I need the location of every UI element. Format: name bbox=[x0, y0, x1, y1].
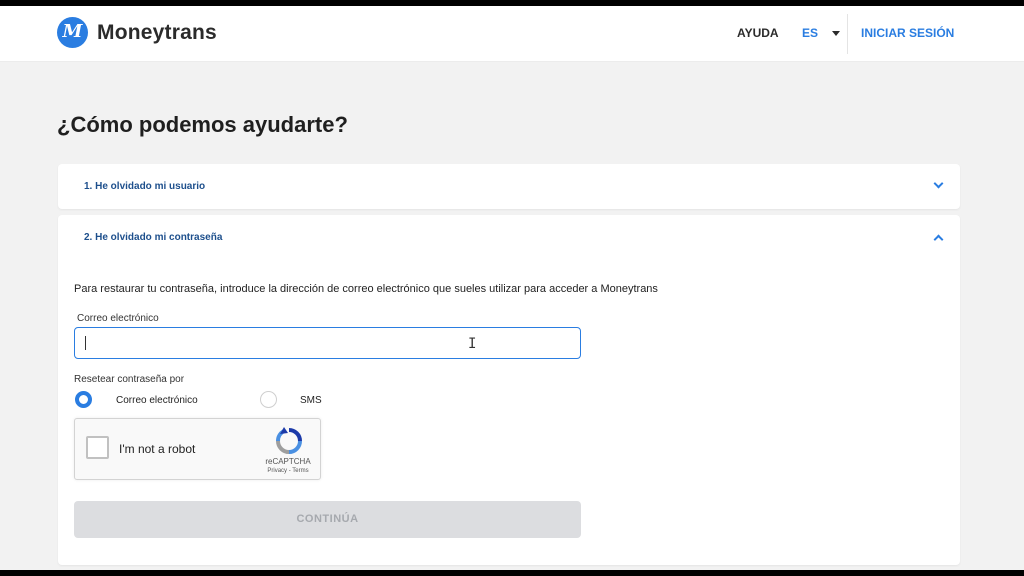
app-frame: M Moneytrans AYUDA ES INICIAR SESIÓN ¿Có… bbox=[0, 6, 1024, 570]
recaptcha-brand: reCAPTCHA bbox=[265, 457, 311, 466]
radio-email[interactable] bbox=[75, 391, 92, 408]
moneytrans-logo-icon: M bbox=[57, 17, 88, 48]
text-cursor-icon: I bbox=[468, 336, 477, 352]
recaptcha-icon bbox=[276, 427, 302, 454]
recaptcha-widget: I'm not a robot reCAPTCHA Privacy - Term… bbox=[74, 418, 321, 480]
brand-logo[interactable]: M Moneytrans bbox=[57, 17, 217, 48]
recaptcha-label: I'm not a robot bbox=[119, 442, 196, 456]
page-title: ¿Cómo podemos ayudarte? bbox=[57, 112, 348, 137]
continue-button[interactable]: CONTINÚA bbox=[74, 501, 581, 538]
text-caret bbox=[85, 336, 86, 350]
accordion-title[interactable]: 2. He olvidado mi contraseña bbox=[84, 232, 222, 243]
nav-divider bbox=[847, 14, 848, 54]
email-input[interactable]: I bbox=[74, 327, 581, 359]
language-label: ES bbox=[802, 26, 819, 40]
caret-down-icon bbox=[832, 30, 841, 36]
top-header: M Moneytrans AYUDA ES INICIAR SESIÓN bbox=[0, 6, 1024, 62]
radio-email-label[interactable]: Correo electrónico bbox=[116, 395, 198, 406]
radio-sms-label[interactable]: SMS bbox=[300, 395, 322, 406]
recaptcha-checkbox[interactable] bbox=[86, 436, 109, 459]
login-link[interactable]: INICIAR SESIÓN bbox=[861, 26, 954, 40]
reset-instructions: Para restaurar tu contraseña, introduce … bbox=[74, 283, 658, 295]
recaptcha-links[interactable]: Privacy - Terms bbox=[260, 468, 316, 474]
reset-method-label: Resetear contraseña por bbox=[74, 374, 185, 385]
language-selector[interactable]: ES bbox=[802, 26, 841, 40]
brand-name: Moneytrans bbox=[97, 20, 217, 44]
chevron-down-icon bbox=[933, 178, 944, 189]
email-label: Correo electrónico bbox=[77, 313, 159, 324]
help-link[interactable]: AYUDA bbox=[737, 26, 779, 40]
radio-sms[interactable] bbox=[260, 391, 277, 408]
accordion-item-forgot-username[interactable]: 1. He olvidado mi usuario bbox=[58, 164, 960, 209]
chevron-up-icon[interactable] bbox=[933, 234, 944, 245]
accordion-item-forgot-password: 2. He olvidado mi contraseña Para restau… bbox=[58, 215, 960, 565]
accordion-title: 1. He olvidado mi usuario bbox=[84, 181, 206, 192]
